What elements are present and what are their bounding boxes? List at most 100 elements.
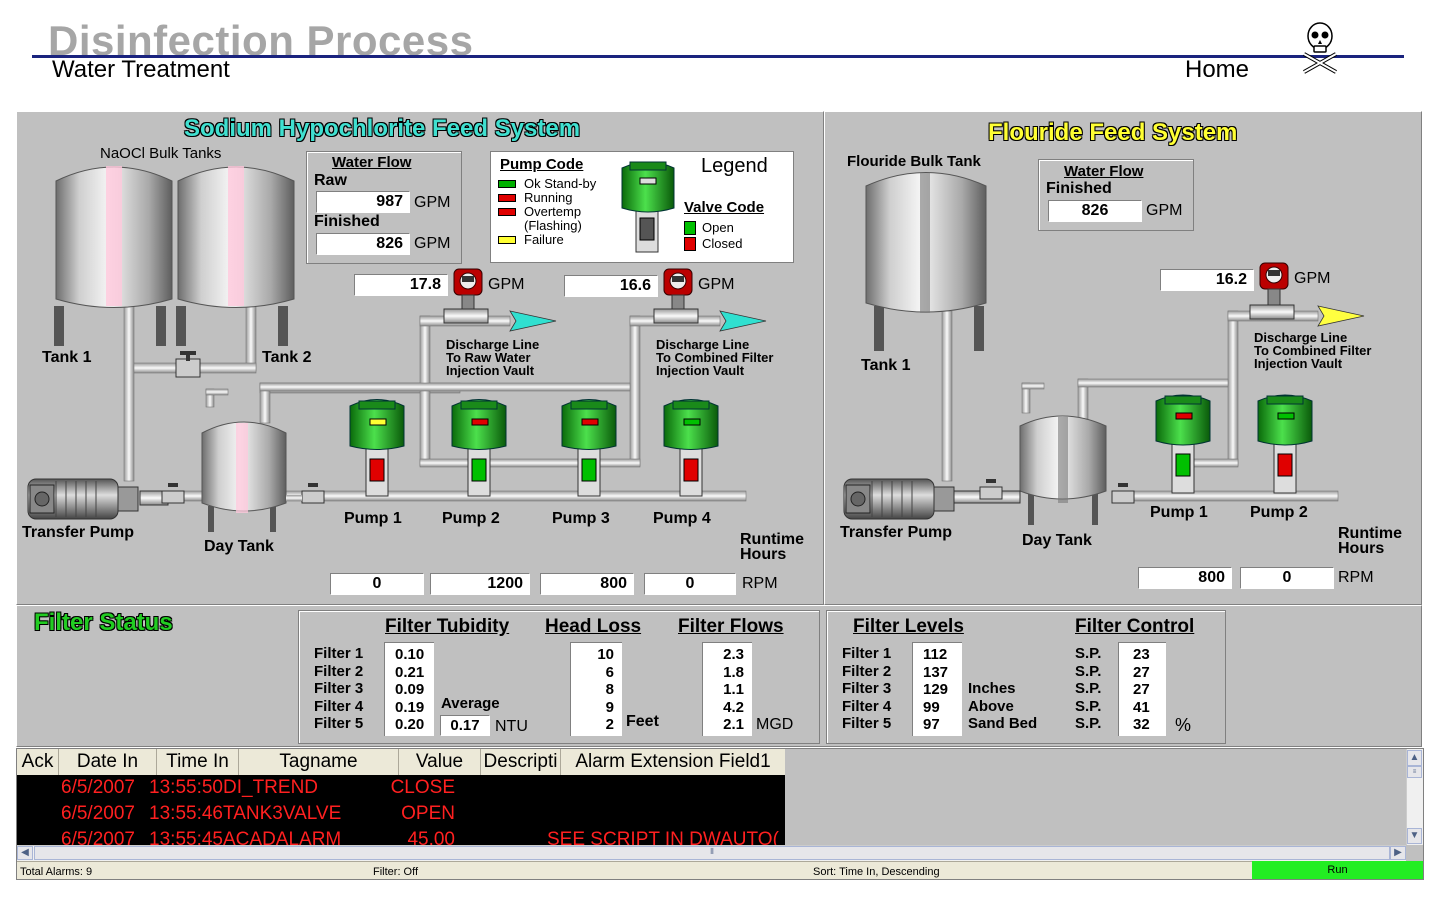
- filter-label: Filter 3: [314, 680, 364, 698]
- flow-meter-2-value: 16.6: [564, 275, 658, 297]
- percent-unit: %: [1175, 715, 1192, 735]
- pump-code-label: Running: [524, 190, 573, 205]
- flouride-flow-meter-unit: GPM: [1294, 270, 1331, 287]
- head-loss-value: 10: [597, 646, 614, 663]
- alarm-value: CLOSE: [390, 777, 455, 798]
- setpoint-value[interactable]: 32: [1133, 716, 1166, 734]
- setpoint-value[interactable]: 27: [1133, 681, 1166, 699]
- filter-flow-values: 2.3 1.8 1.1 4.2 2.1: [702, 642, 752, 736]
- flow-meter-1-value: 17.8: [354, 274, 448, 296]
- pump-code-swatch: [498, 180, 516, 188]
- alarm-value: OPEN: [401, 803, 455, 824]
- pump-code-label: (Flashing): [524, 218, 582, 233]
- levels-desc-text: Above: [968, 697, 1014, 715]
- column-header-extension[interactable]: Alarm Extension Field1: [561, 749, 785, 775]
- alarm-row[interactable]: 6/5/2007 13:55:46 TANK3VALVE OPEN: [17, 801, 785, 827]
- page-subtitle: Water Treatment: [52, 56, 230, 83]
- finished-flow-value: 826: [316, 233, 410, 255]
- setpoint-values[interactable]: 23 27 27 41 32: [1118, 642, 1166, 736]
- alarm-time: 13:55:46: [149, 803, 223, 824]
- head-loss-title: Head Loss: [545, 616, 642, 637]
- filter-labels-quality: Filter 1 Filter 2 Filter 3 Filter 4 Filt…: [314, 645, 363, 733]
- pump4-label: Pump 4: [653, 510, 711, 527]
- alarm-tagname: DI_TREND: [223, 777, 319, 798]
- flow-meter-device: [443, 268, 489, 324]
- column-header-value[interactable]: Value: [399, 749, 481, 775]
- scroll-thumb[interactable]: ≡: [1407, 766, 1422, 778]
- head-loss-value: 6: [605, 663, 614, 681]
- filter-label: Filter 4: [842, 697, 892, 715]
- bulk-tank-1: [54, 166, 173, 346]
- water-flow-title: Water Flow: [332, 154, 412, 171]
- valve-code-swatch: [684, 237, 696, 251]
- head-loss-values: 10 6 8 9 2: [570, 642, 622, 736]
- column-header-time-in[interactable]: Time In: [157, 749, 239, 775]
- head-loss-value: 2: [605, 716, 614, 734]
- scroll-down-button[interactable]: ▼: [1407, 828, 1422, 844]
- filter-label: Filter 2: [314, 662, 364, 680]
- turbidity-values: 0.10 0.21 0.09 0.19 0.20: [384, 642, 434, 736]
- flouride-flow-meter-value: 16.2: [1160, 269, 1254, 291]
- filter-level-value: 137: [923, 663, 949, 681]
- home-link[interactable]: Home: [1185, 58, 1249, 82]
- pump-code-swatch: [498, 208, 516, 216]
- column-header-description[interactable]: Descripti: [481, 749, 561, 775]
- setpoint-value[interactable]: 41: [1133, 699, 1166, 717]
- setpoint-label: S.P.: [1075, 715, 1102, 733]
- column-header-tagname[interactable]: Tagname: [239, 749, 399, 775]
- flouride-pump2-rpm: 0: [1240, 567, 1334, 589]
- raw-flow-value: 987: [316, 191, 410, 213]
- skull-crossbones-icon[interactable]: [1298, 20, 1342, 76]
- turbidity-value: 0.09: [395, 681, 425, 699]
- alarm-extension: SEE SCRIPT IN DWAUTO(: [547, 829, 779, 845]
- legend-pump-icon: [621, 161, 675, 253]
- sort-state: Sort: Time In, Descending: [813, 866, 940, 878]
- pump-code-label: Ok Stand-by: [524, 176, 597, 191]
- pump4-rpm: 0: [644, 573, 736, 595]
- filter-flow-value: 4.2: [723, 698, 744, 716]
- filter-level-value: 129: [923, 681, 949, 699]
- flouride-water-flow-title: Water Flow: [1064, 163, 1144, 180]
- scroll-up-button[interactable]: ▲: [1407, 750, 1422, 766]
- filter-flow-value: 1.8: [723, 663, 744, 681]
- turbidity-value: 0.20: [395, 716, 425, 734]
- column-header-date-in[interactable]: Date In: [59, 749, 157, 775]
- filter-state: Filter: Off: [373, 866, 419, 878]
- filter-status-title: Filter Status: [34, 609, 173, 636]
- flow-meter-1-unit: GPM: [488, 276, 525, 293]
- flouride-day-tank: [1019, 415, 1107, 525]
- alarm-value: 45.00: [407, 829, 455, 845]
- alarm-status-bar: Total Alarms: 9 Filter: Off Sort: Time I…: [17, 861, 1423, 879]
- scroll-right-button[interactable]: ▶: [1390, 846, 1406, 860]
- flouride-discharge-label: Discharge Line To Combined Filter Inject…: [1254, 331, 1371, 370]
- horizontal-scroll-thumb[interactable]: ⦀: [34, 846, 1390, 860]
- filter-label: Filter 1: [314, 645, 364, 662]
- filter-flow-value: 2.3: [723, 646, 744, 663]
- setpoint-value[interactable]: 27: [1133, 664, 1166, 682]
- filter-levels-description: Inches Above Sand Bed: [968, 680, 1037, 733]
- column-header-ack[interactable]: Ack: [17, 749, 59, 775]
- pump-code-label: Overtemp: [524, 204, 582, 219]
- discharge-label-2: Discharge Line To Combined Filter Inject…: [656, 338, 773, 377]
- run-status[interactable]: Run: [1252, 861, 1423, 879]
- flouride-tank1-label: Tank 1: [861, 357, 911, 374]
- filter-levels-title: Filter Levels: [853, 616, 964, 637]
- feed-pump-3: [561, 399, 617, 497]
- setpoint-label: S.P.: [1075, 697, 1102, 715]
- scroll-left-button[interactable]: ◀: [17, 846, 33, 860]
- bulk-tanks-label: NaOCl Bulk Tanks: [100, 145, 222, 162]
- flouride-bulk-tank: [865, 172, 987, 351]
- setpoint-value[interactable]: 23: [1133, 646, 1166, 664]
- alarm-time: 13:55:45: [149, 829, 223, 845]
- mgd-unit: MGD: [756, 716, 794, 733]
- setpoint-label: S.P.: [1075, 662, 1102, 680]
- discharge-line-text: Injection Vault: [656, 363, 745, 378]
- alarm-row[interactable]: 6/5/2007 13:55:50 DI_TREND CLOSE: [17, 775, 785, 801]
- total-alarms: Total Alarms: 9: [20, 866, 93, 878]
- feed-pump-1: [349, 399, 405, 497]
- alarm-row[interactable]: 6/5/2007 13:55:45 ACADALARM 45.00 SEE SC…: [17, 827, 785, 845]
- legend-title: Legend: [701, 155, 768, 177]
- filter-level-value: 97: [923, 716, 940, 734]
- valve-code-title: Valve Code: [684, 199, 765, 216]
- flouride-flow-meter-device: [1249, 262, 1295, 320]
